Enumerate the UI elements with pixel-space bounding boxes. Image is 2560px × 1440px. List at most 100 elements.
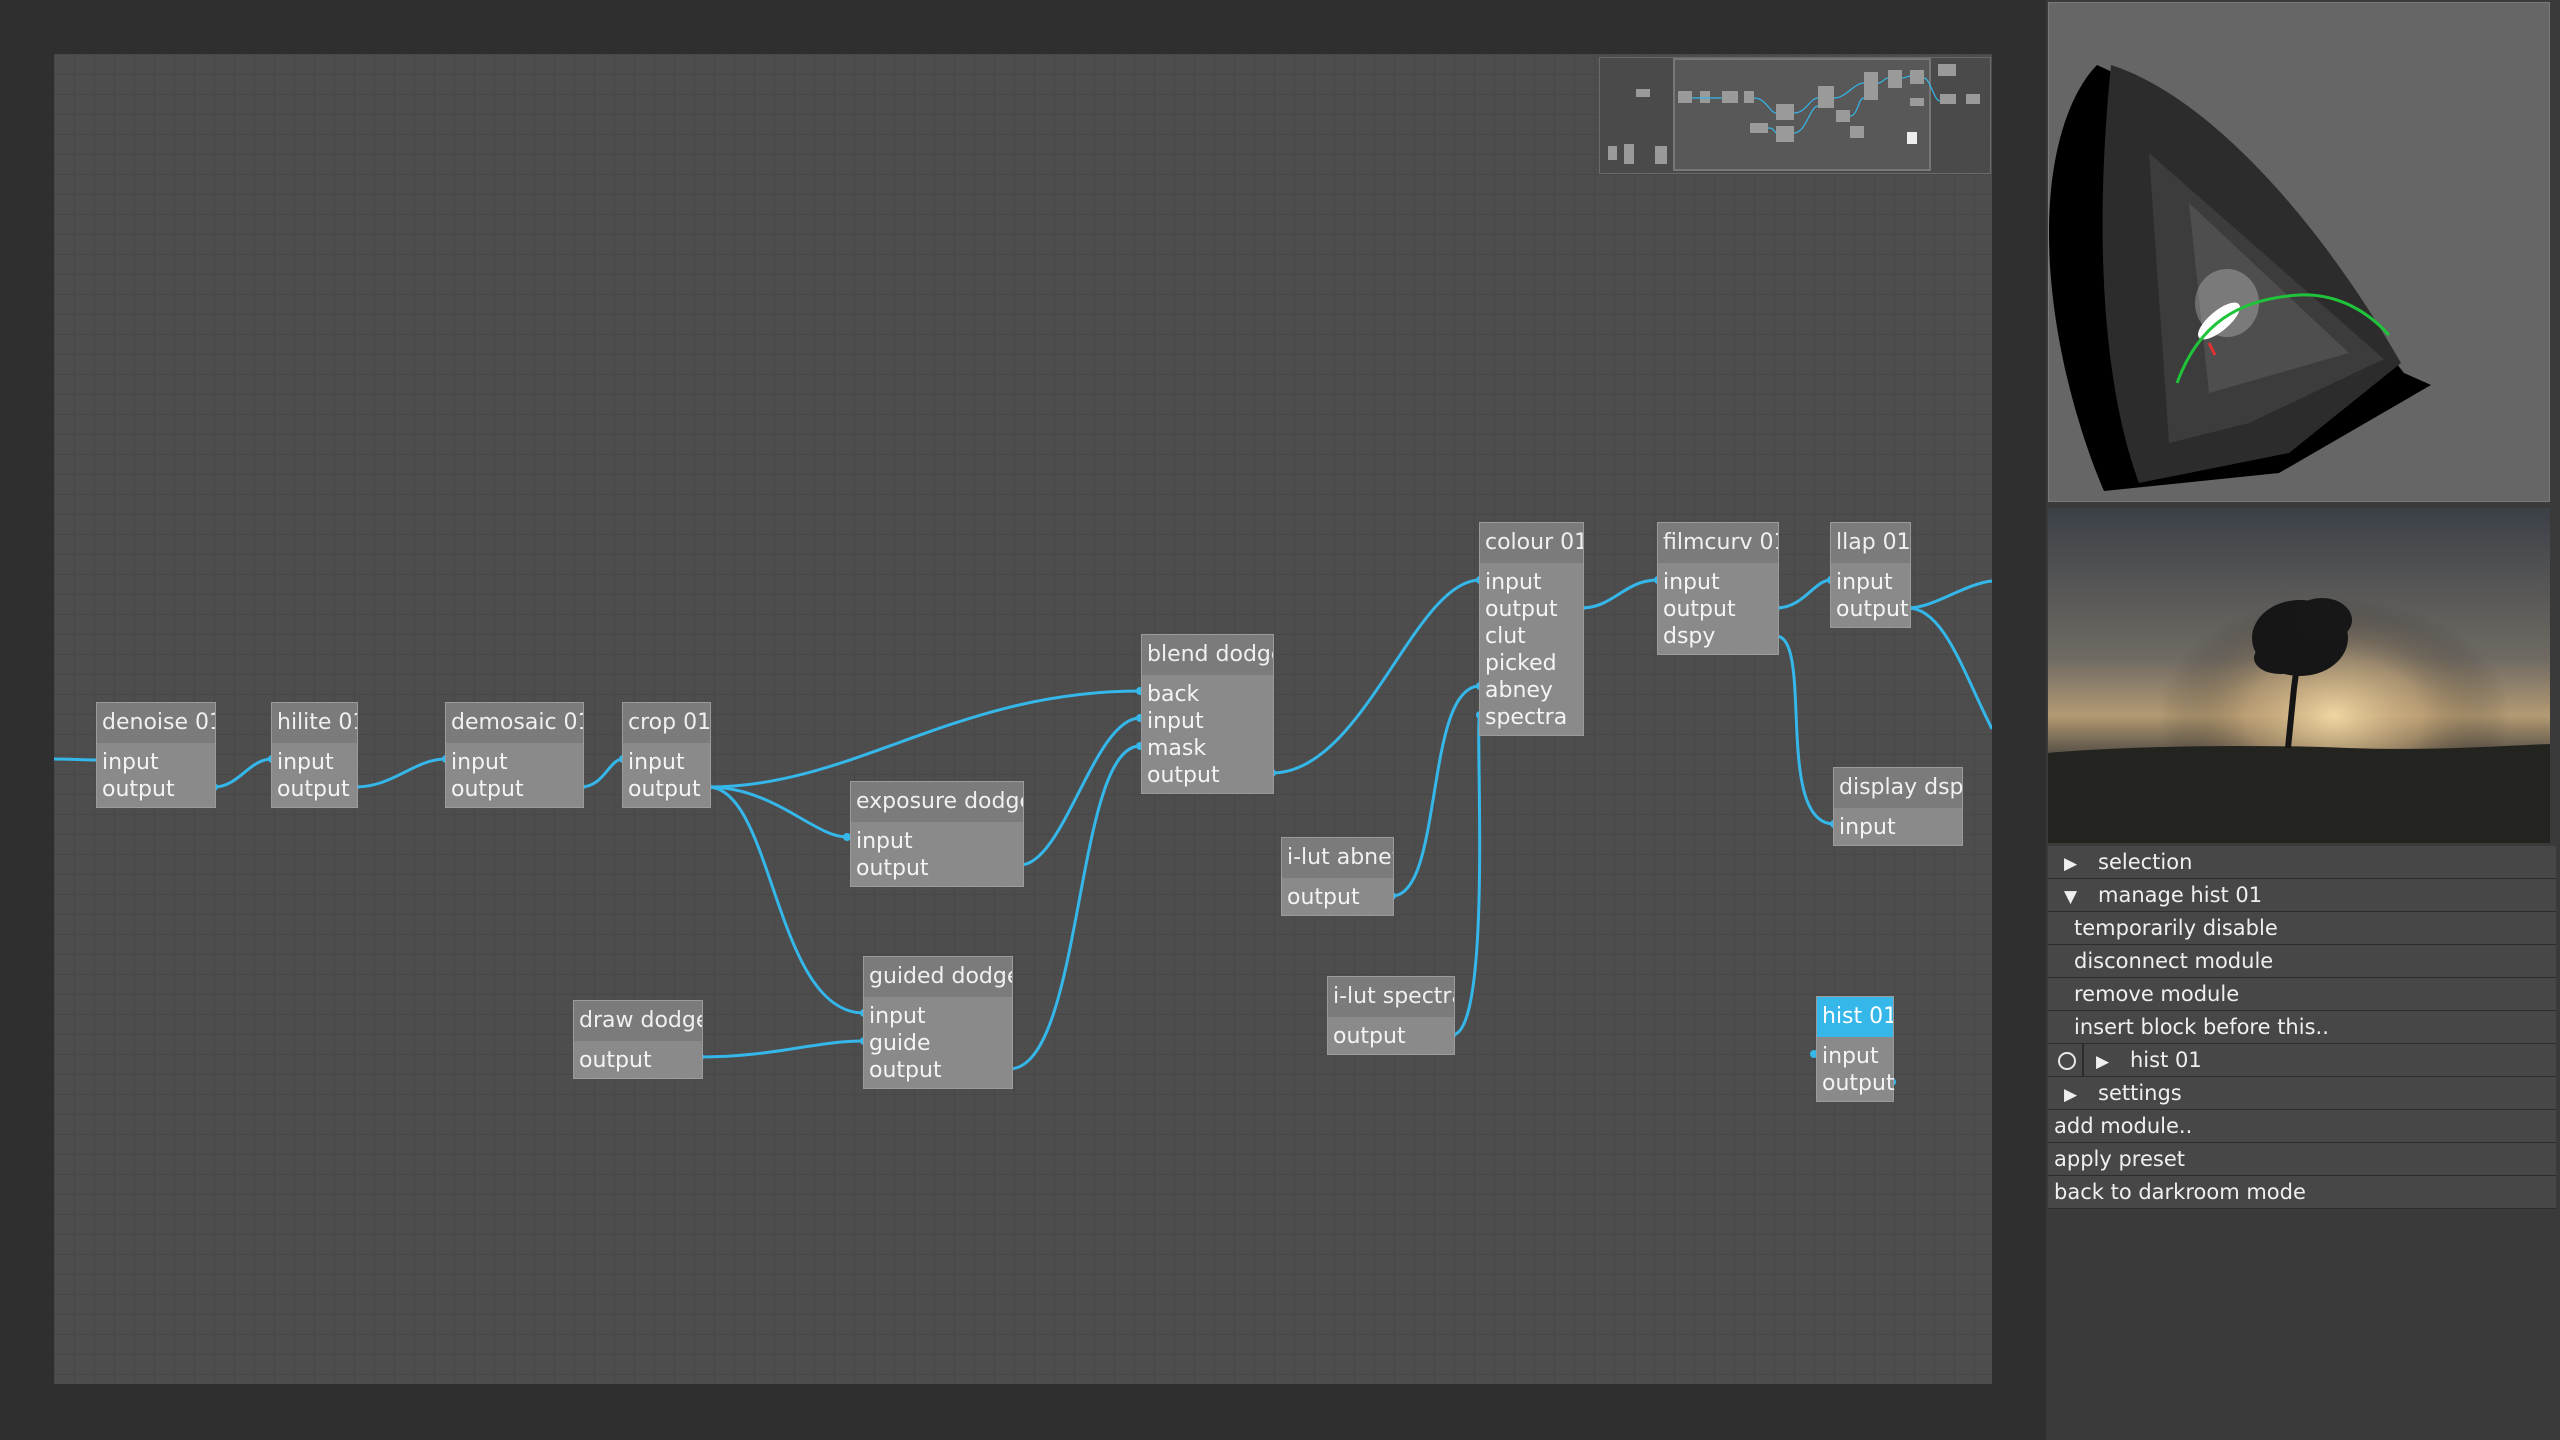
connector-input[interactable]: input: [1831, 569, 1910, 596]
wire: [1775, 634, 1835, 826]
connector-input[interactable]: input: [1817, 1043, 1893, 1070]
back-to-darkroom-button[interactable]: back to darkroom mode: [2048, 1176, 2556, 1209]
wire: [1775, 578, 1832, 610]
chromaticity-diagram[interactable]: [2048, 2, 2550, 502]
node-title: colour 01: [1480, 523, 1583, 563]
collapse-triangle-down-icon: ▼: [2064, 887, 2078, 907]
photo-tree-silhouette: [2048, 508, 2550, 843]
connector-input[interactable]: input: [272, 749, 357, 776]
connector-input[interactable]: input: [1142, 708, 1273, 735]
connector-output[interactable]: output: [1328, 1023, 1454, 1050]
connector-picked[interactable]: picked: [1480, 650, 1583, 677]
node-colour-01[interactable]: colour 01 input output clut picked abney…: [1479, 522, 1584, 736]
wire: [1019, 716, 1141, 867]
wire: [354, 757, 447, 789]
connector-output[interactable]: output: [623, 776, 710, 803]
section-selection[interactable]: ▶ selection: [2048, 846, 2556, 879]
node-llap-01[interactable]: llap 01 input output: [1830, 522, 1911, 628]
connector-back[interactable]: back: [1142, 681, 1273, 708]
module-menu: ▶ selection ▼ manage hist 01 temporarily d…: [2048, 846, 2556, 1209]
node-title: exposure dodge: [851, 782, 1023, 822]
menu-label: settings: [2098, 1081, 2182, 1105]
connector-output[interactable]: output: [1480, 596, 1583, 623]
node-title: hist 01: [1817, 997, 1893, 1037]
node-title: blend dodge: [1142, 635, 1273, 675]
connector-output[interactable]: output: [1817, 1070, 1895, 1097]
connector-output[interactable]: output: [97, 776, 215, 803]
menu-label: manage hist 01: [2098, 883, 2263, 907]
wire: [580, 757, 624, 789]
connector-output[interactable]: output: [864, 1057, 1012, 1084]
temporarily-disable-button[interactable]: temporarily disable: [2048, 912, 2556, 945]
connector-output[interactable]: output: [1282, 884, 1393, 911]
wire: [1907, 579, 1992, 610]
expand-triangle-right-icon: ▶: [2064, 1085, 2078, 1105]
node-title: i-lut spectra: [1328, 977, 1454, 1017]
wire: [213, 757, 273, 789]
connector-dspy[interactable]: dspy: [1658, 623, 1778, 650]
expand-triangle-right-icon: ▶: [2096, 1052, 2110, 1072]
connector-input[interactable]: input: [97, 749, 215, 776]
connector-input[interactable]: input: [1658, 569, 1778, 596]
remove-module-button[interactable]: remove module: [2048, 978, 2556, 1011]
node-guided-dodge[interactable]: guided dodge input guide output: [863, 956, 1013, 1089]
connector-input[interactable]: input: [851, 828, 1023, 855]
connector-input[interactable]: input: [864, 1003, 1012, 1030]
node-demosaic-01[interactable]: demosaic 01 input output: [445, 702, 584, 808]
connector-input[interactable]: input: [1834, 814, 1962, 841]
connector-input[interactable]: input: [623, 749, 710, 776]
node-blend-dodge[interactable]: blend dodge back input mask output: [1141, 634, 1274, 794]
wire: [1580, 578, 1659, 610]
section-manage-module[interactable]: ▼ manage hist 01: [2048, 879, 2556, 912]
right-panel: ▶ selection ▼ manage hist 01 temporarily d…: [2046, 0, 2560, 1440]
node-draw-dodge[interactable]: draw dodge output: [573, 1000, 703, 1079]
connector-spectra[interactable]: spectra: [1480, 704, 1583, 731]
node-i-lut-abney[interactable]: i-lut abney output: [1281, 837, 1394, 916]
connector-input[interactable]: input: [446, 749, 583, 776]
wire: [54, 757, 99, 762]
node-hist-01[interactable]: hist 01 input output: [1816, 996, 1895, 1102]
node-i-lut-spectra[interactable]: i-lut spectra output: [1327, 976, 1455, 1055]
menu-label: selection: [2098, 850, 2193, 874]
connector-mask[interactable]: mask: [1142, 735, 1273, 762]
node-title: filmcurv 01: [1658, 523, 1778, 563]
node-title: demosaic 01: [446, 703, 583, 743]
graph-minimap[interactable]: [1599, 57, 1991, 174]
node-denoise-01[interactable]: denoise 01 input output: [96, 702, 216, 808]
insert-block-button[interactable]: insert block before this..: [2048, 1011, 2556, 1044]
add-module-button[interactable]: add module..: [2048, 1110, 2556, 1143]
wire: [707, 689, 1141, 789]
connector-clut[interactable]: clut: [1480, 623, 1583, 650]
node-exposure-dodge[interactable]: exposure dodge input output: [850, 781, 1024, 887]
section-settings[interactable]: ▶ settings: [2048, 1077, 2556, 1110]
module-hist-row[interactable]: ▶ hist 01: [2048, 1044, 2556, 1077]
node-crop-01[interactable]: crop 01 input output: [622, 702, 711, 808]
disconnect-module-button[interactable]: disconnect module: [2048, 945, 2556, 978]
connector-guide[interactable]: guide: [864, 1030, 1012, 1057]
minimap-wires: [1692, 75, 1941, 134]
node-display-dspy[interactable]: display dspy input: [1833, 767, 1963, 846]
wire: [1008, 744, 1141, 1071]
wire: [1271, 578, 1481, 775]
node-hilite-01[interactable]: hilite 01 input output: [271, 702, 358, 808]
wire: [1451, 713, 1482, 1037]
apply-preset-button[interactable]: apply preset: [2048, 1143, 2556, 1176]
connector-output[interactable]: output: [1831, 596, 1910, 623]
connector-output[interactable]: output: [272, 776, 357, 803]
radio-circle-icon[interactable]: [2058, 1052, 2076, 1070]
connector-output[interactable]: output: [574, 1047, 702, 1074]
connector-output[interactable]: output: [1658, 596, 1778, 623]
node-filmcurv-01[interactable]: filmcurv 01 input output dspy: [1657, 522, 1779, 655]
connector-input[interactable]: input: [1480, 569, 1583, 596]
divider: [2082, 1044, 2084, 1076]
node-title: display dspy: [1834, 768, 1962, 808]
node-title: draw dodge: [574, 1001, 702, 1041]
connector-output[interactable]: output: [446, 776, 583, 803]
connector-output[interactable]: output: [851, 855, 1023, 882]
wire: [1391, 684, 1481, 898]
wire: [1907, 606, 1992, 730]
connector-output[interactable]: output: [1142, 762, 1273, 789]
node-graph-canvas[interactable]: denoise 01 input output hilite 01 input …: [54, 54, 1992, 1384]
connector-abney[interactable]: abney: [1480, 677, 1583, 704]
node-title: denoise 01: [97, 703, 215, 743]
